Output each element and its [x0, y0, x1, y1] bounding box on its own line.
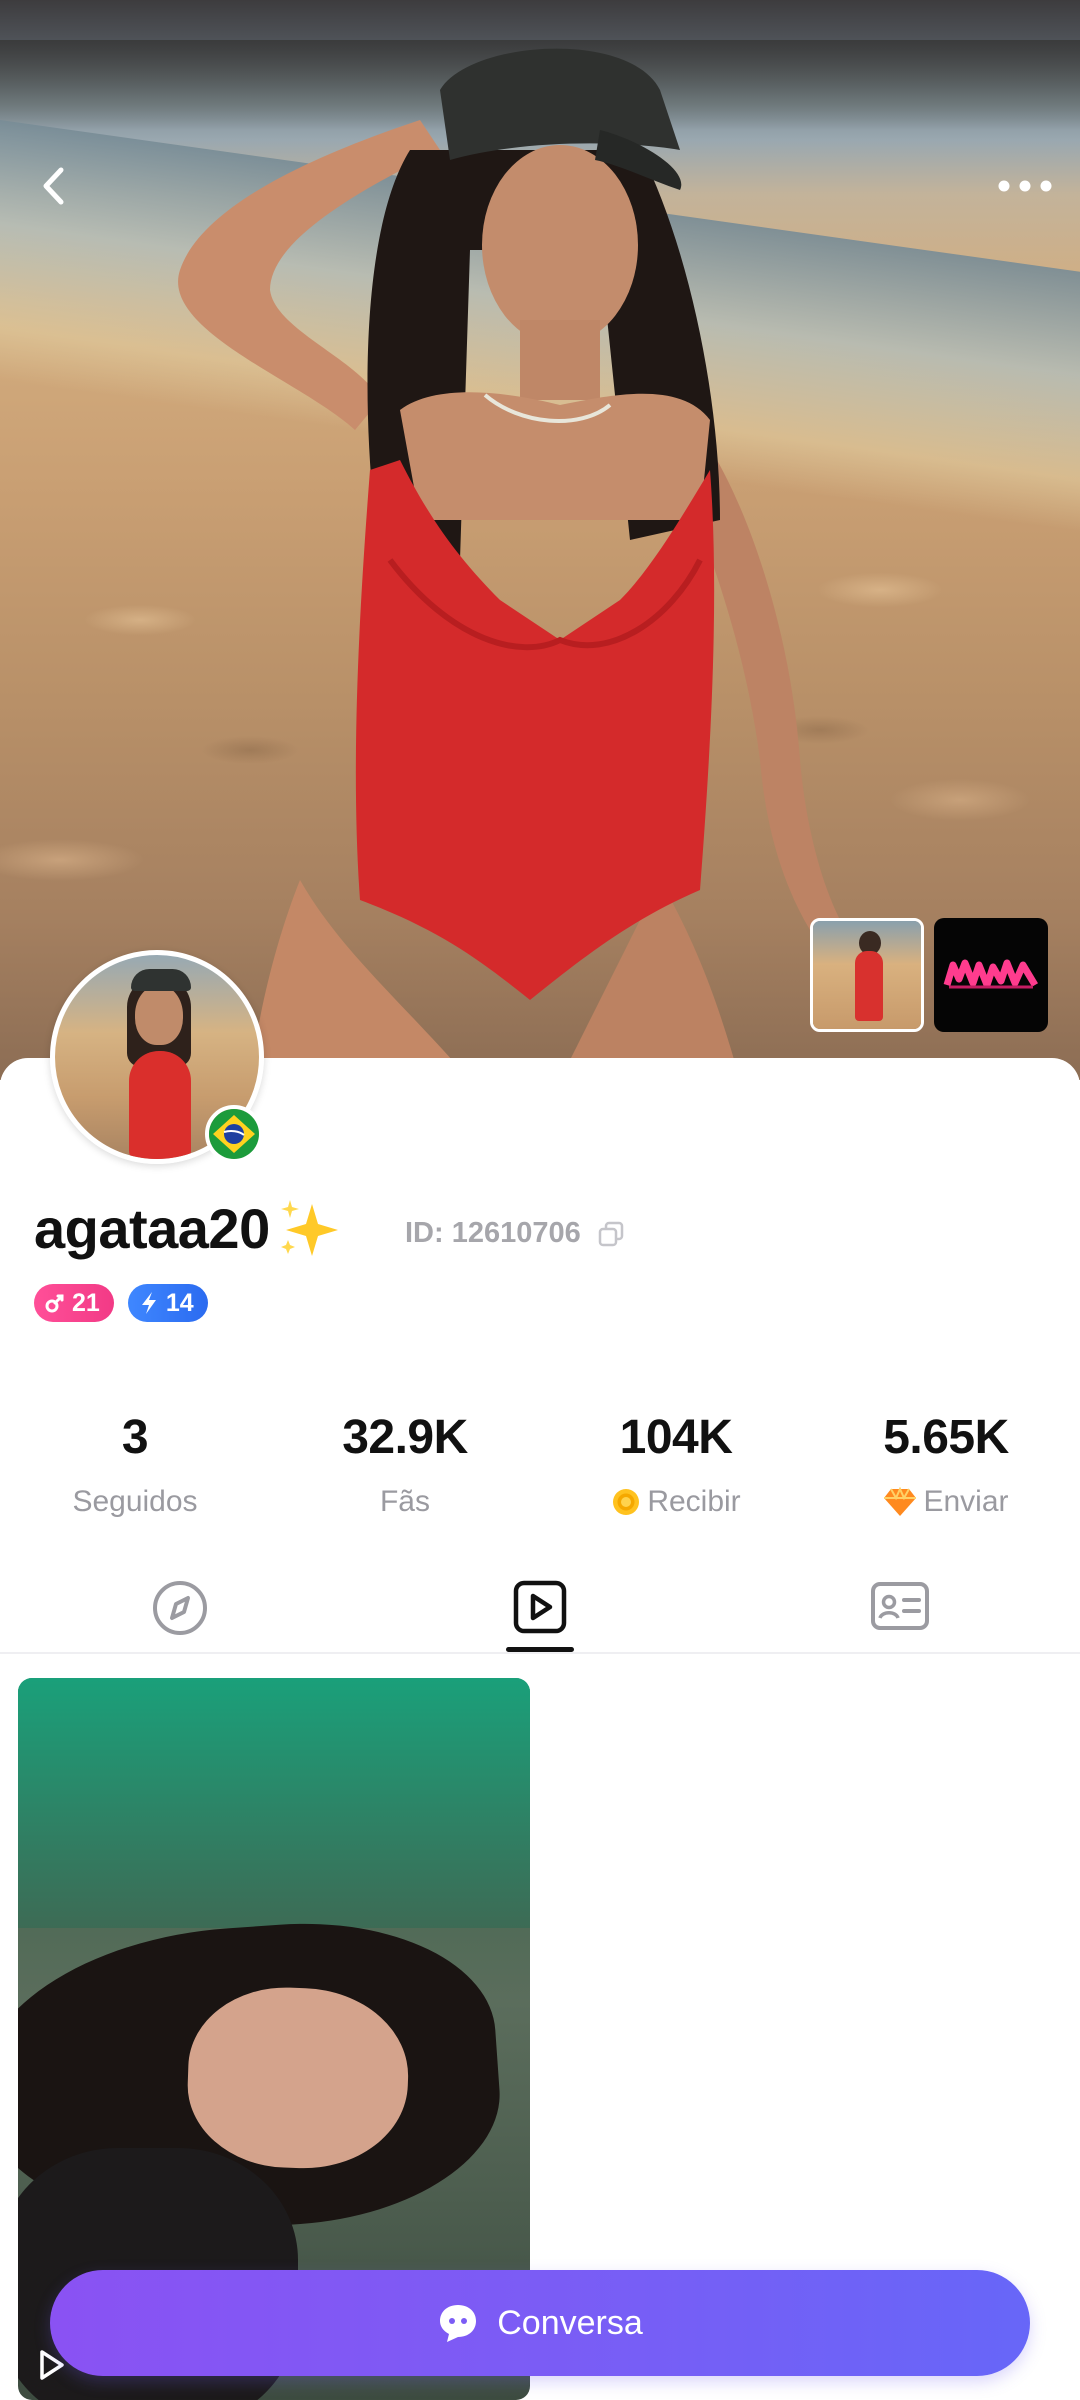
stat-fans[interactable]: 32.9K Fãs — [285, 1410, 525, 1519]
level-badge-blue[interactable]: 14 — [127, 1284, 208, 1322]
cover-thumb-logo[interactable] — [934, 918, 1048, 1032]
thumb-image — [813, 921, 921, 1029]
diamond-icon — [884, 1487, 917, 1516]
copy-icon[interactable] — [597, 1220, 625, 1248]
video-bg — [18, 1678, 530, 1928]
more-options-button[interactable] — [990, 166, 1060, 206]
cover-photo[interactable] — [0, 0, 1080, 1080]
back-button[interactable] — [26, 156, 82, 216]
chat-bubble-icon — [440, 2305, 477, 2342]
link-icon — [45, 1294, 64, 1313]
level-badge-pink[interactable]: 21 — [34, 1284, 114, 1322]
stat-label-text: Seguidos — [72, 1485, 198, 1518]
stat-value: 5.65K — [883, 1411, 1009, 1464]
user-id: ID: 12610706 — [405, 1217, 625, 1250]
chat-button-label: Conversa — [497, 2303, 643, 2342]
stat-following[interactable]: 3 Seguidos — [15, 1410, 255, 1519]
active-tab-indicator — [506, 1647, 574, 1652]
avatar-cap — [131, 969, 191, 991]
stat-value: 3 — [121, 1411, 149, 1464]
level-badges: 21 14 — [34, 1284, 208, 1322]
username: agataa20 — [34, 1197, 270, 1260]
stat-label: Recibir — [556, 1485, 796, 1519]
stat-received[interactable]: 104K Recibir — [556, 1410, 796, 1519]
chevron-left-icon — [43, 167, 64, 205]
coin-icon — [613, 1489, 640, 1515]
stat-label-text: Enviar — [923, 1485, 1009, 1518]
tab-explore[interactable] — [120, 1570, 240, 1654]
profile-tabs — [0, 1570, 1080, 1654]
stats-row: 3 Seguidos 32.9K Fãs 104K Recibir 5.65K — [0, 1410, 1080, 1540]
profile-card-icon — [871, 1582, 929, 1630]
sparkles-icon — [276, 1198, 342, 1260]
compass-icon — [153, 1581, 207, 1635]
brazil-flag-icon — [205, 1105, 263, 1163]
stat-label-text: Recibir — [647, 1485, 741, 1518]
user-id-label: ID: 12610706 — [405, 1217, 581, 1249]
username-row: agataa20 — [34, 1196, 342, 1261]
stat-label: Enviar — [826, 1485, 1066, 1519]
tab-videos[interactable] — [480, 1570, 600, 1654]
level-badge-value: 14 — [165, 1288, 194, 1317]
stat-sent[interactable]: 5.65K Enviar — [826, 1410, 1066, 1519]
video-play-icon — [513, 1580, 567, 1634]
cover-thumbnails — [810, 918, 1048, 1032]
level-badge-value: 21 — [72, 1288, 100, 1317]
avatar-swimsuit — [129, 1051, 191, 1159]
stat-label: Fãs — [285, 1485, 525, 1519]
stat-label: Seguidos — [15, 1485, 255, 1519]
thumb-logo-image — [934, 918, 1048, 1032]
avatar-face — [135, 985, 183, 1045]
chat-button[interactable]: Conversa — [50, 2270, 1030, 2376]
lightning-icon — [141, 1292, 156, 1314]
more-dots-icon — [998, 180, 1052, 192]
stat-value: 104K — [619, 1411, 733, 1464]
tab-about[interactable] — [840, 1570, 960, 1654]
stat-value: 32.9K — [342, 1411, 468, 1464]
graffiti-logo-icon — [943, 959, 1039, 989]
stat-label-text: Fãs — [379, 1485, 430, 1518]
cover-thumb-photo[interactable] — [810, 918, 924, 1032]
